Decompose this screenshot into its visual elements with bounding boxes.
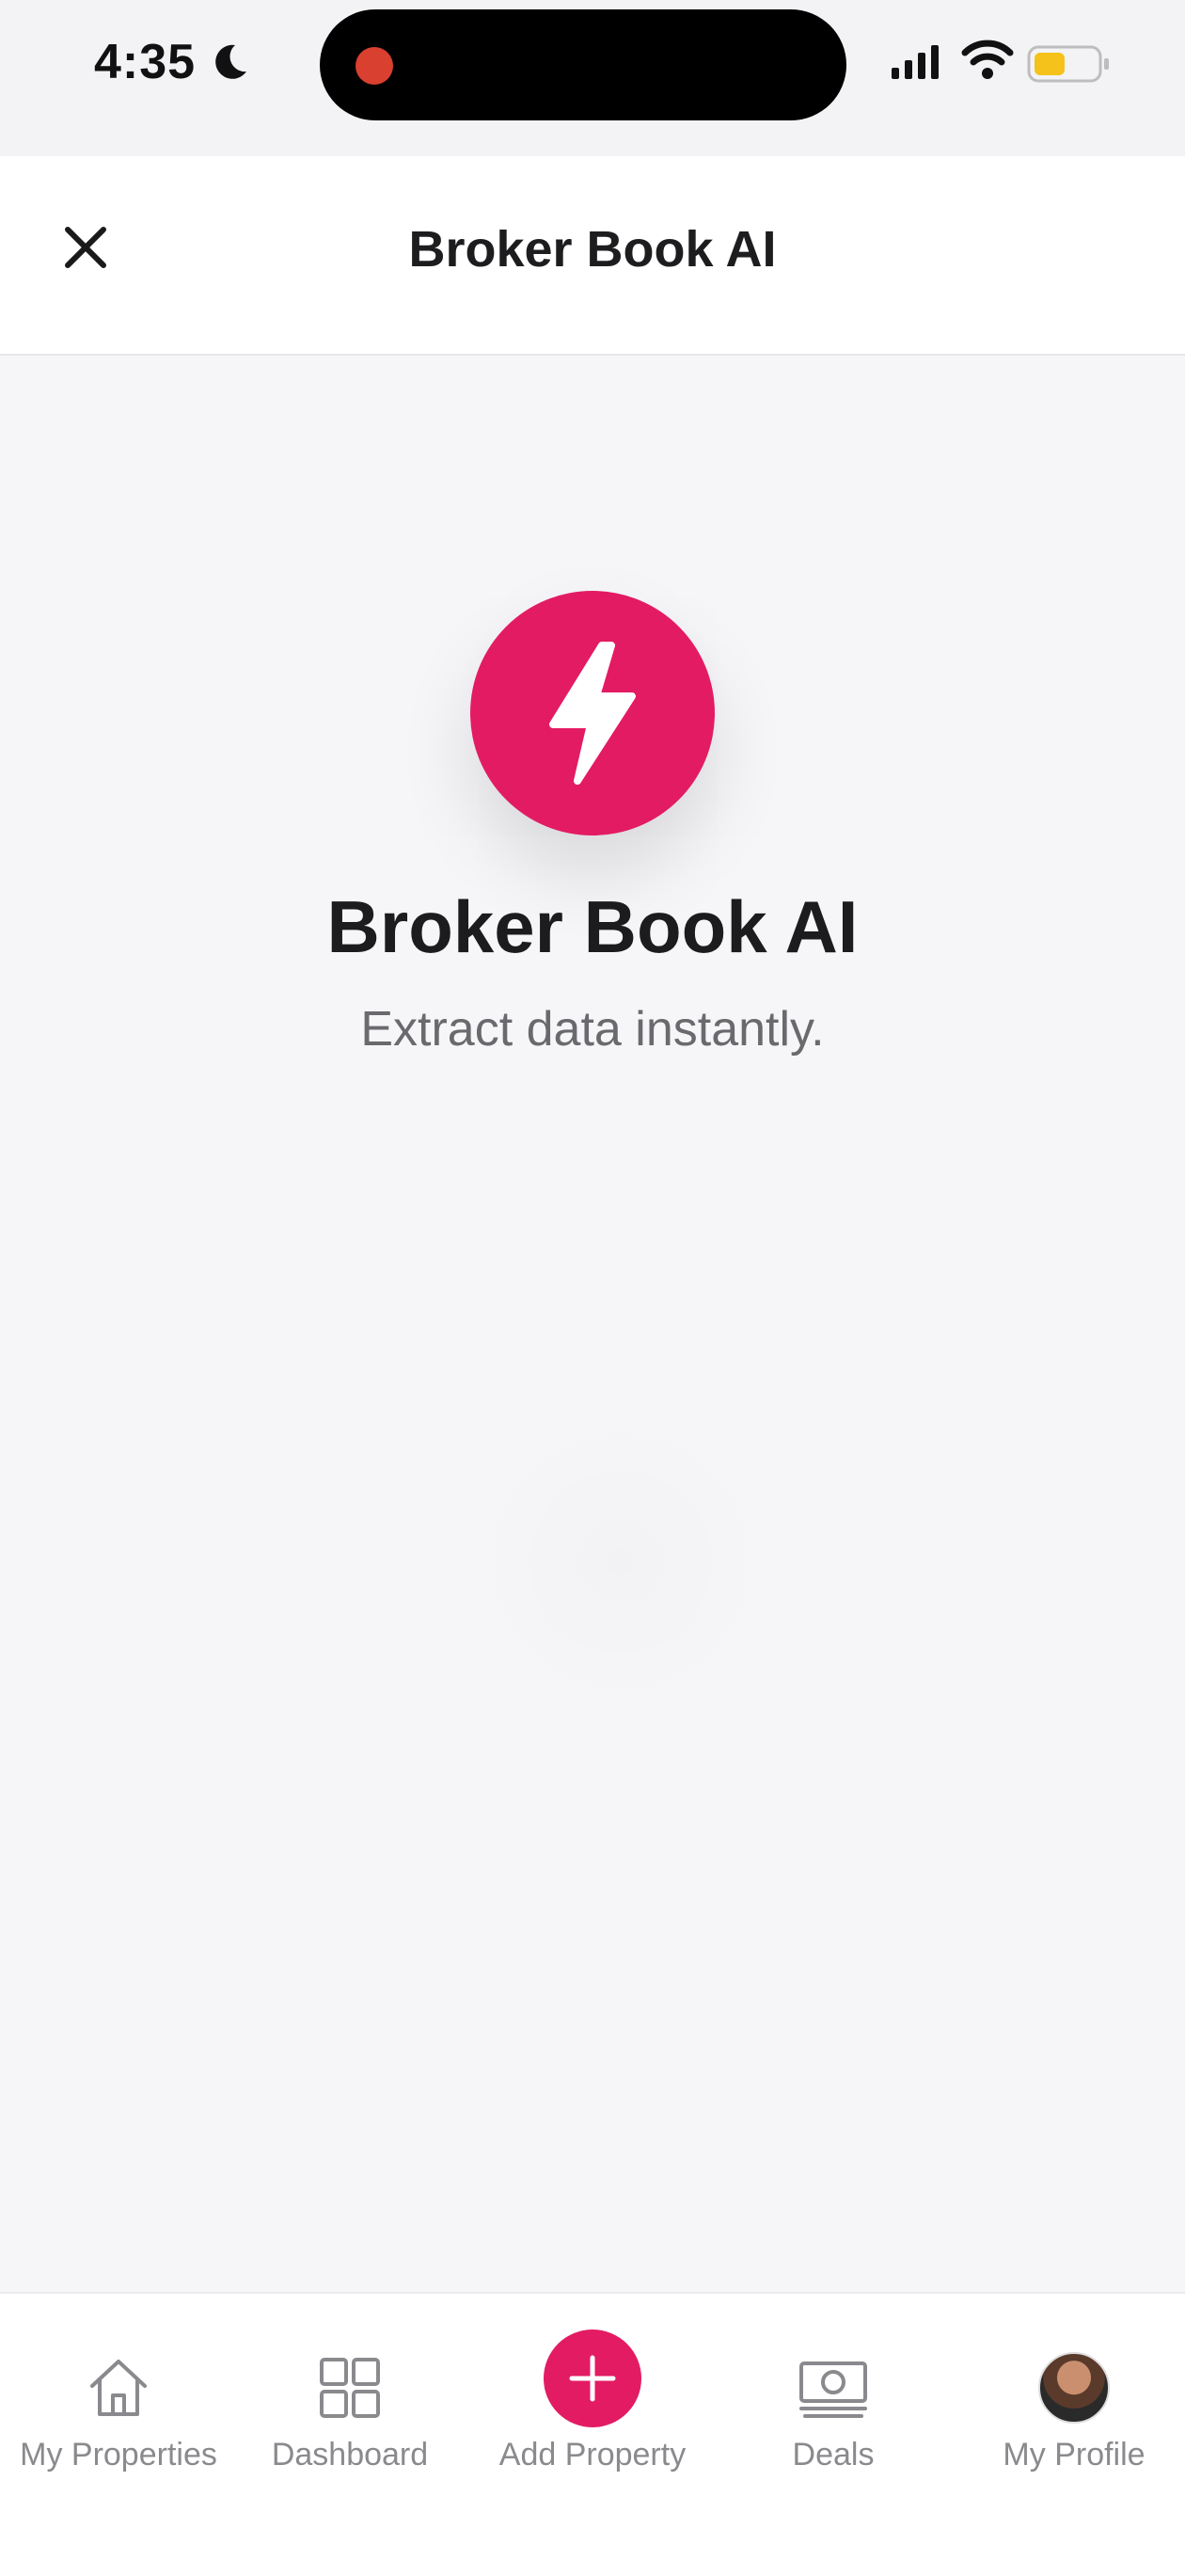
recording-dot <box>356 47 393 85</box>
tab-deals[interactable]: Deals <box>715 2350 952 2473</box>
hero-subtitle: Extract data instantly. <box>360 1002 825 1057</box>
dynamic-island <box>320 9 846 120</box>
grid-icon <box>231 2350 468 2425</box>
tab-my-properties[interactable]: My Properties <box>0 2350 237 2473</box>
home-icon <box>0 2350 237 2425</box>
tab-label: Deals <box>792 2437 875 2473</box>
status-bar: 4:35 <box>0 0 1185 156</box>
signal-icon <box>890 43 948 86</box>
add-property-button[interactable] <box>544 2330 641 2427</box>
wifi-icon <box>961 40 1014 86</box>
tab-label: Add Property <box>498 2437 687 2473</box>
plus-icon <box>569 2355 616 2402</box>
tab-label: My Profile <box>1003 2437 1146 2473</box>
bottom-tab-bar: My Properties Dashboard Add Property Dea… <box>0 2292 1185 2576</box>
tab-label: My Properties <box>20 2437 217 2473</box>
page-title: Broker Book AI <box>408 221 777 278</box>
tab-dashboard[interactable]: Dashboard <box>231 2350 468 2473</box>
money-icon <box>715 2350 952 2425</box>
tab-my-profile[interactable]: My Profile <box>956 2350 1185 2473</box>
avatar <box>1038 2352 1110 2424</box>
hero-title: Broker Book AI <box>326 885 859 968</box>
lightning-bolt-icon <box>549 642 636 785</box>
tab-add-property[interactable]: Add Property <box>474 2330 711 2473</box>
hero-logo <box>470 591 715 835</box>
app-header: Broker Book AI <box>0 156 1185 356</box>
status-time: 4:35 <box>94 35 197 89</box>
moon-icon <box>209 41 250 87</box>
loading-indicator <box>470 1411 771 1712</box>
battery-icon <box>1027 45 1112 87</box>
tab-label: Dashboard <box>271 2437 429 2473</box>
